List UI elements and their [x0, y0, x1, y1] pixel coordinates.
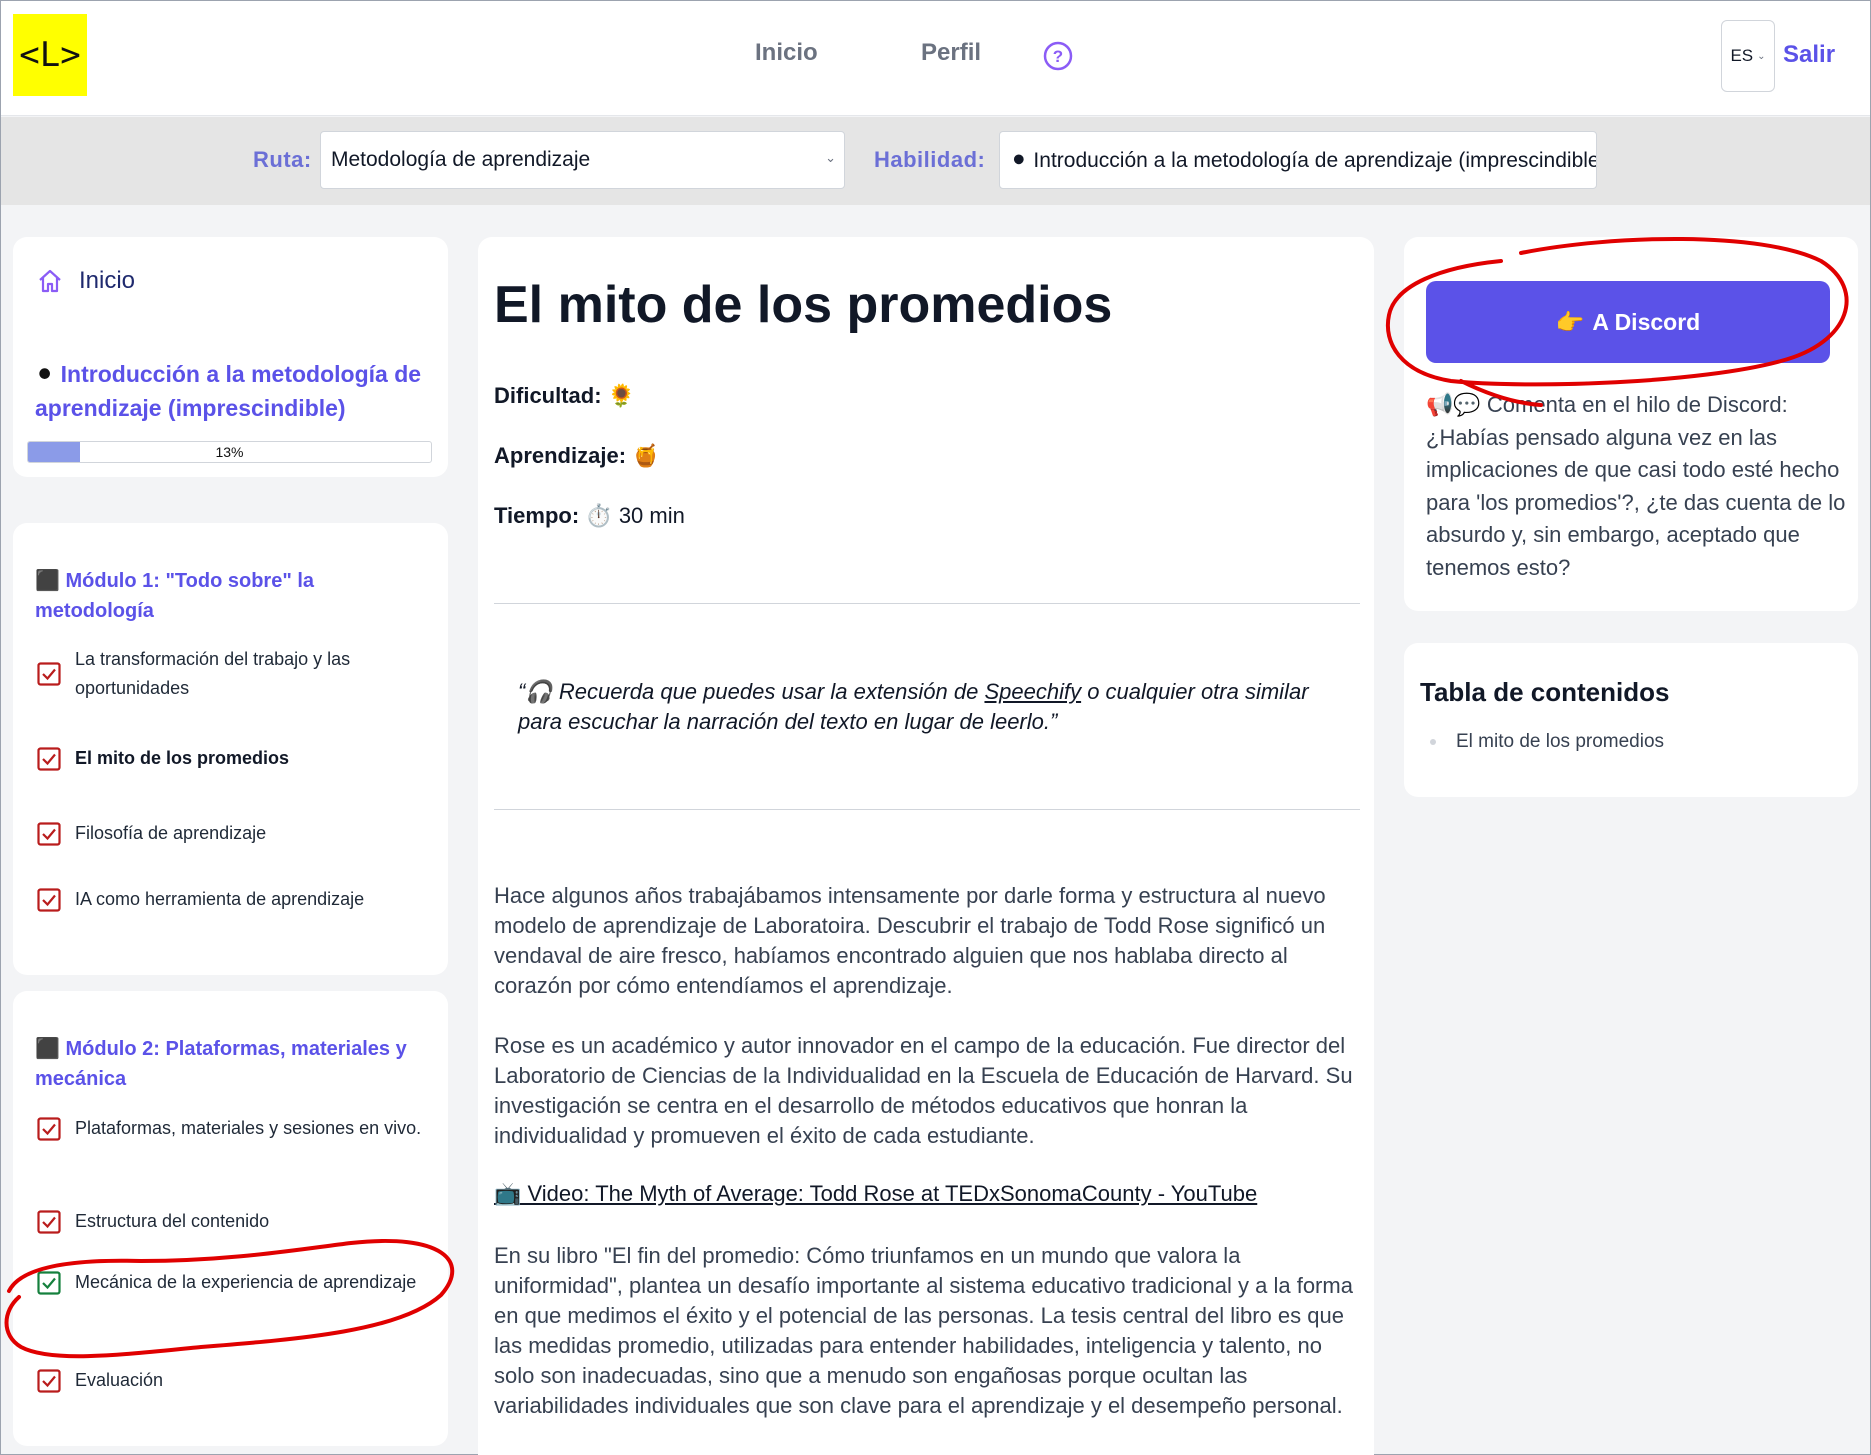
lesson-item[interactable]: Evaluación: [37, 1366, 437, 1395]
stopwatch-icon: ⏱️: [585, 503, 613, 528]
bullet-icon: [1430, 739, 1436, 745]
checkbox-checked-icon[interactable]: [37, 821, 61, 846]
skill-progress-bar: 13%: [27, 441, 432, 463]
lesson-label: Estructura del contenido: [75, 1211, 270, 1231]
lesson-item[interactable]: IA como herramienta de aprendizaje: [37, 885, 437, 914]
learning-label: Aprendizaje:: [494, 443, 627, 468]
sunflower-icon: 🌻: [607, 383, 636, 408]
lesson-item[interactable]: Mecánica de la experiencia de aprendizaj…: [37, 1268, 437, 1297]
lesson-label: Evaluación: [75, 1370, 164, 1390]
difficulty-row: Dificultad: 🌻: [494, 383, 635, 409]
module-1-title-text: Módulo 1: "Todo sobre" la metodología: [35, 570, 315, 622]
time-value: 30 min: [618, 503, 685, 528]
skill-value: ⚫ Introducción a la metodología de apren…: [1010, 149, 1597, 172]
logout-link[interactable]: Salir: [1783, 41, 1835, 69]
checkbox-checked-icon[interactable]: [37, 1368, 61, 1393]
paragraph: Hace algunos años trabajábamos intensame…: [494, 883, 1326, 998]
progress-label: 13%: [215, 444, 244, 460]
checkbox-checked-icon[interactable]: [37, 746, 61, 771]
module-card-1: ⬛ Módulo 1: "Todo sobre" la metodología …: [13, 523, 448, 975]
route-label: Ruta:: [253, 147, 312, 172]
difficulty-label: Dificultad:: [494, 383, 602, 408]
sidebar-skill-title[interactable]: ⚫ Introducción a la metodología de apren…: [35, 357, 435, 425]
honey-pot-icon: 🍯: [632, 443, 660, 468]
lesson-item[interactable]: La transformación del trabajo y las opor…: [37, 645, 437, 703]
lesson-label: Filosofía de aprendizaje: [75, 823, 267, 843]
lesson-item[interactable]: Plataformas, materiales y sesiones en vi…: [37, 1114, 437, 1143]
logo[interactable]: <L>: [13, 14, 87, 96]
route-value: Metodología de aprendizaje: [331, 148, 591, 171]
module-2-title-text: Módulo 2: Plataformas, materiales y mecá…: [35, 1038, 407, 1090]
language-value: ES: [1730, 46, 1754, 65]
skill-title-text: Introducción a la metodología de aprendi…: [35, 361, 422, 421]
help-icon[interactable]: ?: [1043, 41, 1073, 71]
discord-comment-prompt: 📢💬 Comenta en el hilo de Discord: ¿Había…: [1426, 392, 1846, 580]
home-icon: [39, 269, 61, 293]
module-1-title[interactable]: ⬛ Módulo 1: "Todo sobre" la metodología: [35, 566, 435, 626]
lesson-content: El mito de los promedios Dificultad: 🌻 A…: [478, 237, 1374, 1455]
skill-dot: ⚫: [35, 361, 55, 387]
checkbox-checked-icon[interactable]: [37, 662, 61, 686]
module-card-2: ⬛ Módulo 2: Plataformas, materiales y me…: [13, 991, 448, 1446]
lesson-item[interactable]: Filosofía de aprendizaje: [37, 819, 437, 848]
discord-button-label: A Discord: [1592, 308, 1701, 335]
speechify-quote: “🎧 Recuerda que puedes usar la extensión…: [518, 677, 1338, 737]
time-label: Tiempo:: [494, 503, 580, 528]
paragraph: Rose es un académico y autor innovador e…: [494, 1033, 1353, 1148]
paragraph: En su libro "El fin del promedio: Cómo t…: [494, 1243, 1353, 1418]
lesson-label: IA como herramienta de aprendizaje: [75, 889, 365, 909]
time-row: Tiempo: ⏱️ 30 min: [494, 503, 685, 529]
skill-label: Habilidad:: [874, 147, 986, 172]
chevron-down-icon: ⌄: [1757, 50, 1766, 62]
page-title: El mito de los promedios: [494, 276, 1113, 334]
top-nav: <L> Inicio Perfil ? ES ⌄ Salir: [1, 1, 1870, 116]
checkbox-checked-icon[interactable]: [37, 1116, 61, 1141]
checkbox-checked-green-icon[interactable]: [37, 1270, 61, 1295]
discord-button[interactable]: 👉 A Discord: [1426, 281, 1830, 363]
module-2-title[interactable]: ⬛ Módulo 2: Plataformas, materiales y me…: [35, 1034, 435, 1094]
checkbox-checked-icon[interactable]: [37, 887, 61, 912]
speechify-link[interactable]: Speechify: [984, 679, 1081, 704]
learning-row: Aprendizaje: 🍯: [494, 443, 660, 469]
discord-card: 👉 A Discord 📢💬 Comenta en el hilo de Dis…: [1404, 237, 1858, 611]
video-link[interactable]: 📺 Video: The Myth of Average: Todd Rose …: [494, 1181, 1257, 1207]
toc-item[interactable]: El mito de los promedios: [1430, 731, 1664, 753]
nav-perfil[interactable]: Perfil: [921, 39, 981, 67]
lesson-label: El mito de los promedios: [75, 748, 290, 768]
lesson-label: Plataformas, materiales y sesiones en vi…: [75, 1118, 422, 1138]
checkbox-checked-icon[interactable]: [37, 1209, 61, 1234]
toc-item-label: El mito de los promedios: [1456, 731, 1665, 752]
quote-text: “🎧 Recuerda que puedes usar la extensión…: [518, 679, 985, 704]
sidebar-home-link[interactable]: Inicio: [37, 267, 135, 295]
svg-text:?: ?: [1053, 47, 1063, 66]
divider: [494, 603, 1360, 604]
selector-bar: Ruta: Metodología de aprendizaje ⌄ Habil…: [1, 117, 1870, 205]
lesson-label: La transformación del trabajo y las opor…: [75, 649, 351, 698]
toc-card: Tabla de contenidos El mito de los prome…: [1404, 643, 1858, 797]
sidebar-home-label: Inicio: [79, 267, 136, 294]
lesson-item[interactable]: Estructura del contenido: [37, 1207, 437, 1236]
pointing-hand-icon: 👉: [1555, 308, 1585, 335]
toc-title: Tabla de contenidos: [1420, 677, 1670, 707]
module-1-marker: ⬛: [35, 570, 60, 592]
language-select[interactable]: ES ⌄: [1721, 20, 1775, 92]
lesson-label: Mecánica de la experiencia de aprendizaj…: [75, 1272, 417, 1292]
nav-inicio[interactable]: Inicio: [755, 39, 818, 67]
lesson-item-active[interactable]: El mito de los promedios: [37, 744, 437, 773]
divider: [494, 809, 1360, 810]
module-2-marker: ⬛: [35, 1038, 60, 1060]
route-select[interactable]: Metodología de aprendizaje ⌄: [320, 131, 845, 189]
skill-select[interactable]: ⚫ Introducción a la metodología de apren…: [999, 131, 1597, 189]
chevron-down-icon: ⌄: [825, 150, 836, 165]
skill-card: Inicio ⚫ Introducción a la metodología d…: [13, 237, 448, 477]
